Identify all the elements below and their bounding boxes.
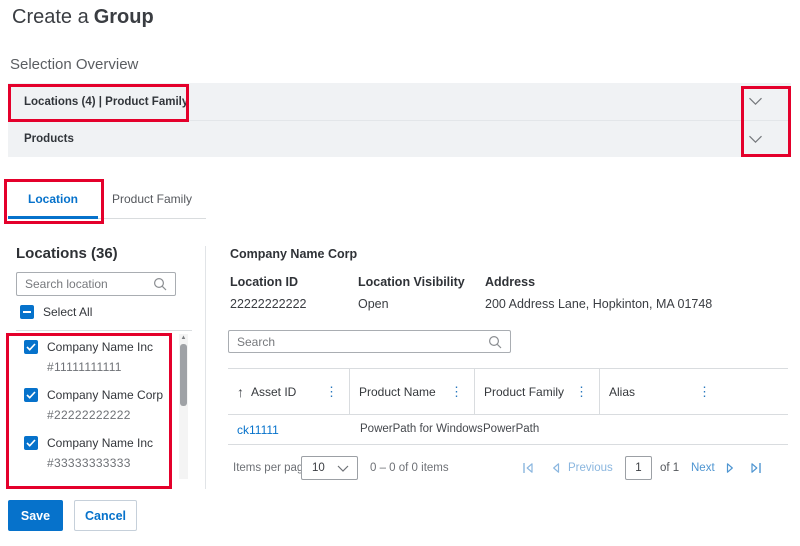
first-page-icon[interactable]: [520, 460, 536, 476]
asset-search-input[interactable]: [229, 335, 488, 349]
column-menu-icon[interactable]: ⋮: [449, 383, 464, 400]
table-row: ck11111 PowerPath for Windows PowerPath: [228, 415, 788, 445]
scrollbar-thumb[interactable]: [180, 344, 187, 406]
chevron-down-icon[interactable]: [748, 97, 763, 106]
assets-table-header: ↑ Asset ID ⋮ Product Name ⋮ Product Fami…: [228, 368, 788, 415]
tab-product-family[interactable]: Product Family: [98, 182, 206, 219]
chevron-down-icon[interactable]: [748, 135, 763, 144]
accordion-products[interactable]: Products: [8, 120, 791, 157]
product-name-cell: PowerPath for Windows: [360, 423, 483, 435]
asset-id-link[interactable]: ck11111: [237, 423, 279, 437]
column-menu-icon[interactable]: ⋮: [574, 383, 589, 400]
selection-overview-heading: Selection Overview: [10, 56, 138, 73]
column-header-asset-id[interactable]: ↑ Asset ID ⋮: [228, 369, 349, 414]
column-header-alias[interactable]: Alias ⋮: [599, 369, 788, 414]
tab-bar: Location Product Family: [8, 182, 206, 219]
divider: [16, 330, 192, 331]
select-all-row[interactable]: Select All: [20, 305, 92, 319]
cancel-button[interactable]: Cancel: [74, 500, 137, 531]
accordion-label: Products: [24, 133, 74, 145]
panel-divider: [205, 246, 206, 489]
items-range-text: 0 – 0 of 0 items: [370, 462, 449, 474]
column-header-product-family[interactable]: Product Family ⋮: [474, 369, 599, 414]
tab-location[interactable]: Location: [8, 182, 98, 219]
product-family-cell: PowerPath: [483, 423, 539, 435]
location-name: Company Name Inc: [47, 436, 153, 450]
search-icon: [488, 335, 502, 349]
list-item-location[interactable]: Company Name Inc #33333333333: [24, 436, 164, 470]
location-id: #22222222222: [47, 408, 164, 422]
address-label: Address: [485, 275, 535, 289]
accordion-locations-product-family[interactable]: Locations (4) | Product Family: [8, 83, 791, 120]
list-scrollbar[interactable]: ▲: [179, 334, 188, 479]
location-id-label: Location ID: [230, 275, 298, 289]
location-search-field: [16, 272, 176, 296]
page-title-regular: Create a: [12, 6, 89, 28]
next-page-icon[interactable]: [722, 460, 738, 476]
previous-page-icon[interactable]: [548, 460, 564, 476]
location-name: Company Name Corp: [47, 388, 163, 402]
page-of-label: of 1: [660, 462, 679, 474]
last-page-icon[interactable]: [748, 460, 764, 476]
list-item-location[interactable]: Company Name Inc #11111111111: [24, 340, 164, 374]
asset-search-field: [228, 330, 511, 353]
next-button[interactable]: Next: [691, 462, 715, 474]
selected-company-name: Company Name Corp: [230, 247, 357, 261]
page-number-input[interactable]: [625, 456, 652, 480]
location-visibility-value: Open: [358, 297, 389, 311]
previous-button[interactable]: Previous: [568, 462, 613, 474]
select-all-checkbox-indeterminate[interactable]: [20, 305, 34, 319]
selection-overview-accordion: Locations (4) | Product Family Products: [8, 83, 791, 157]
scroll-up-arrow-icon[interactable]: ▲: [179, 334, 188, 342]
checkbox-checked[interactable]: [24, 436, 38, 450]
location-id-value: 22222222222: [230, 297, 306, 311]
items-per-page-select[interactable]: 10: [301, 456, 358, 480]
page-title: Create aGroup: [12, 6, 154, 29]
table-pagination: Items per page 10 0 – 0 of 0 items Previ…: [228, 450, 788, 486]
location-name: Company Name Inc: [47, 340, 153, 354]
column-menu-icon[interactable]: ⋮: [324, 383, 339, 400]
location-search-input[interactable]: [17, 277, 153, 291]
list-item-location[interactable]: Company Name Corp #22222222222: [24, 388, 164, 422]
address-value: 200 Address Lane, Hopkinton, MA 01748: [485, 297, 712, 311]
checkbox-checked[interactable]: [24, 340, 38, 354]
chevron-down-icon: [337, 465, 349, 472]
save-button[interactable]: Save: [8, 500, 63, 531]
accordion-label: Locations (4) | Product Family: [24, 96, 188, 108]
sort-ascending-icon[interactable]: ↑: [237, 384, 244, 400]
search-icon: [153, 277, 167, 291]
checkbox-checked[interactable]: [24, 388, 38, 402]
items-per-page-label: Items per page: [233, 462, 310, 474]
location-visibility-label: Location Visibility: [358, 275, 465, 289]
column-header-product-name[interactable]: Product Name ⋮: [349, 369, 474, 414]
location-id: #33333333333: [47, 456, 164, 470]
page-title-bold: Group: [94, 6, 154, 28]
locations-count-heading: Locations (36): [16, 245, 118, 262]
location-id: #11111111111: [47, 360, 164, 374]
column-menu-icon[interactable]: ⋮: [697, 383, 712, 400]
create-group-page: Create aGroup Selection Overview Locatio…: [0, 0, 800, 546]
select-all-label: Select All: [43, 305, 92, 319]
